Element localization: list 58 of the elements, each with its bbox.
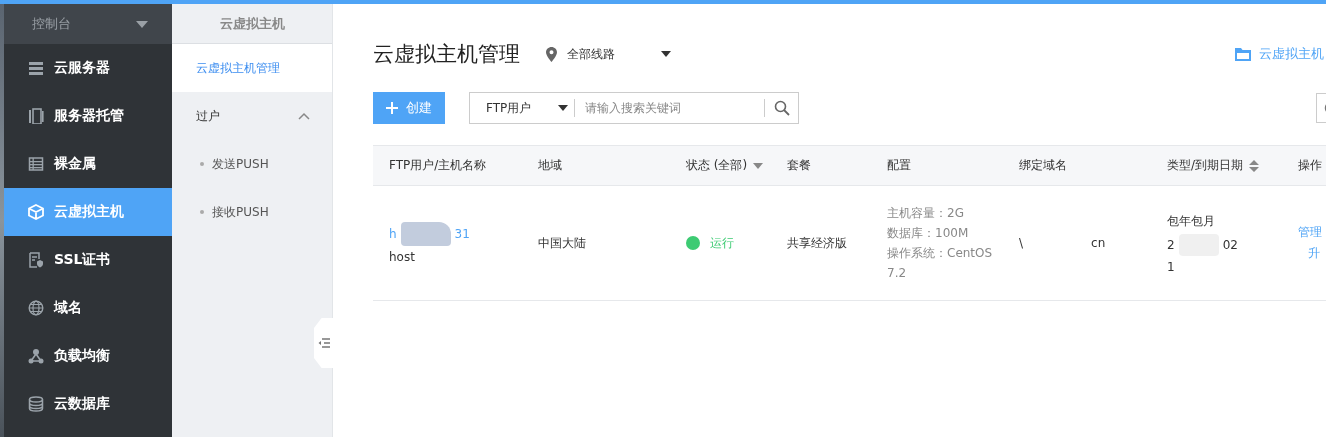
list-icon [28, 60, 44, 76]
sidebar-item[interactable]: 负载均衡 [4, 332, 172, 380]
region-text: 中国大陆 [538, 234, 587, 252]
host-name: host [389, 250, 416, 264]
column-header: FTP用户/主机名称 [389, 157, 488, 174]
column-header[interactable]: 状态 (全部) [686, 157, 787, 174]
config-text: 主机容量：2G [887, 205, 965, 222]
caret-icon [753, 162, 764, 169]
page-title: 云虚拟主机管理 [373, 41, 520, 68]
billing-type: 包年包月 [1167, 212, 1216, 230]
sidebar-item[interactable]: 云服务器 [4, 44, 172, 92]
column-header: 地域 [538, 157, 563, 174]
subnav-item[interactable]: 接收PUSH [172, 188, 332, 236]
sort-icon [1249, 159, 1260, 172]
plan-text: 共享经济版 [787, 234, 848, 252]
database-icon [28, 396, 44, 412]
sidebar-item[interactable]: 裸金属 [4, 140, 172, 188]
folder-icon [1235, 47, 1251, 61]
table-icon [28, 156, 44, 172]
collapse-handle[interactable] [314, 318, 333, 368]
location-pin-icon [546, 46, 557, 62]
config-text: 数据库：100M [887, 225, 970, 242]
column-header: 配置 [887, 157, 912, 174]
caret-icon [661, 51, 671, 57]
config-text: 操作系统：CentOS 7.2 [887, 245, 994, 282]
nodes-icon [28, 348, 44, 364]
status-text: 运行 [710, 234, 734, 252]
column-header[interactable]: 类型/到期日期 [1167, 157, 1298, 174]
subnav-item[interactable]: 云虚拟主机管理 [172, 44, 332, 92]
caret-icon [558, 105, 568, 111]
subnav-group[interactable]: 过户 [172, 92, 332, 140]
console-dropdown[interactable]: 控制台 [4, 4, 172, 44]
certificate-icon [28, 252, 44, 268]
region-dropdown[interactable]: 全部线路 [546, 45, 671, 63]
subnav-item[interactable]: 发送PUSH [172, 140, 332, 188]
expiry-date: 02 [1222, 237, 1238, 252]
sidebar-item[interactable]: 云数据库 [4, 380, 172, 428]
search-icon [773, 100, 790, 116]
collapse-icon [318, 338, 330, 348]
plus-icon [386, 102, 398, 114]
cube-icon [28, 204, 44, 220]
expiry-date: 1 [1167, 259, 1176, 274]
column-header: 套餐 [787, 157, 812, 174]
expiry-date: 2 [1167, 237, 1175, 252]
sidebar-item[interactable]: 服务器托管 [4, 92, 172, 140]
column-header: 操作 [1298, 157, 1323, 174]
chevron-icon [298, 112, 310, 120]
redaction-blur [400, 222, 451, 246]
search-type-dropdown[interactable]: FTP用户 [470, 93, 574, 123]
domain-text: \ [1019, 236, 1024, 250]
search-bar[interactable]: FTP用户 请输入搜索关键词 [469, 92, 799, 124]
sidebar-item[interactable]: 域名 [4, 284, 172, 332]
server-rack-icon [28, 108, 44, 124]
column-header: 绑定域名 [1019, 157, 1068, 174]
caret-icon [136, 20, 148, 28]
globe-icon [28, 300, 44, 316]
domain-text: cn [1091, 236, 1106, 250]
sidebar-item[interactable]: SSL证书 [4, 236, 172, 284]
